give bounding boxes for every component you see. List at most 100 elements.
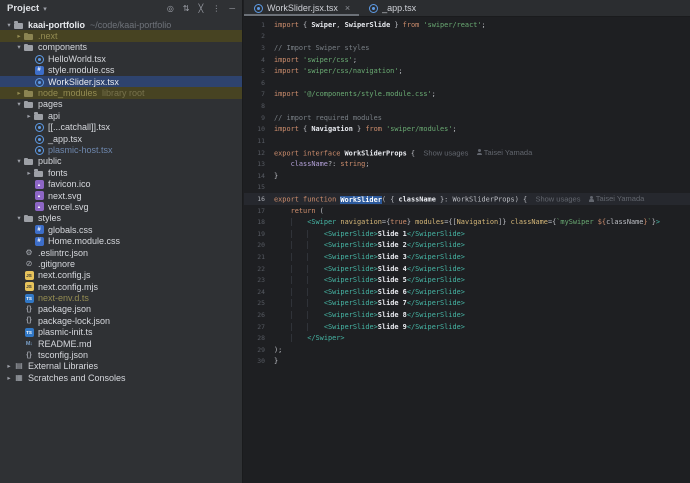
author-name: Taisei Yamada bbox=[484, 148, 533, 157]
json-file-icon: {} bbox=[24, 350, 34, 360]
more-options-icon[interactable]: ⋮ bbox=[212, 5, 220, 13]
tree-item-next-svg[interactable]: ▲next.svg bbox=[0, 190, 242, 201]
line-number: 11 bbox=[244, 137, 274, 145]
tree-item-vercel-svg[interactable]: ▲vercel.svg bbox=[0, 201, 242, 212]
author-inlay-hint[interactable]: Taisei Yamada bbox=[589, 194, 645, 203]
image-file-icon: ▲ bbox=[34, 191, 44, 201]
typescript-file-icon: TS bbox=[24, 327, 34, 337]
tree-item-package-lock-json[interactable]: {}package-lock.json bbox=[0, 315, 242, 326]
project-panel-title[interactable]: Project bbox=[7, 3, 39, 14]
code-line-6: 6 bbox=[244, 77, 690, 89]
tree-item-style-module-css[interactable]: #style.module.css bbox=[0, 65, 242, 76]
tree-item-helloworld-tsx[interactable]: HelloWorld.tsx bbox=[0, 53, 242, 64]
show-usages-hint[interactable]: Show usages bbox=[535, 195, 580, 204]
tree-item-readme-md[interactable]: M↓README.md bbox=[0, 338, 242, 349]
tree-item-label: next.config.mjs bbox=[38, 282, 98, 292]
tree-item-scratches-and-consoles[interactable]: ▸▦Scratches and Consoles bbox=[0, 372, 242, 383]
tree-item-kaai-portfolio[interactable]: ▾kaai-portfolio~/code/kaai-portfolio bbox=[0, 19, 242, 30]
tree-item-next[interactable]: ▸.next bbox=[0, 30, 242, 41]
line-number: 2 bbox=[244, 32, 274, 40]
tree-item-styles[interactable]: ▾ styles bbox=[0, 213, 242, 224]
tree-item-plasmic-host-tsx[interactable]: plasmic-host.tsx bbox=[0, 144, 242, 155]
chevron-expanded-icon[interactable]: ▾ bbox=[4, 21, 14, 29]
tree-item-pages[interactable]: ▾pages bbox=[0, 99, 242, 110]
code-line-text: <SwiperSlide>Slide 7</SwiperSlide> bbox=[274, 299, 465, 307]
tree-item-gitignore[interactable]: ⊘.gitignore bbox=[0, 258, 242, 269]
chevron-expanded-icon[interactable]: ▾ bbox=[14, 157, 24, 165]
tree-item-label: plasmic-init.ts bbox=[38, 327, 93, 337]
code-line-text: } bbox=[274, 172, 278, 180]
tree-item-home-module-css[interactable]: #Home.module.css bbox=[0, 235, 242, 246]
locate-file-icon[interactable]: ◎ bbox=[167, 5, 174, 13]
author-inlay-hint[interactable]: Taisei Yamada bbox=[477, 148, 533, 157]
json-file-icon: {} bbox=[24, 304, 34, 314]
tree-item-fonts[interactable]: ▸fonts bbox=[0, 167, 242, 178]
tab-label: _app.tsx bbox=[382, 3, 416, 13]
expand-all-icon[interactable]: ⇅ bbox=[183, 5, 190, 13]
chevron-collapsed-icon[interactable]: ▸ bbox=[14, 32, 24, 40]
code-line-29: 29); bbox=[244, 344, 690, 356]
tree-item-label: globals.css bbox=[48, 225, 93, 235]
tree-item-public[interactable]: ▾public bbox=[0, 156, 242, 167]
tree-item-app-tsx[interactable]: _app.tsx bbox=[0, 133, 242, 144]
tree-item-package-json[interactable]: {} package.json bbox=[0, 304, 242, 315]
show-usages-hint[interactable]: Show usages bbox=[423, 148, 468, 157]
code-line-30: 30} bbox=[244, 356, 690, 368]
code-line-text: <SwiperSlide>Slide 5</SwiperSlide> bbox=[274, 276, 465, 284]
code-editor[interactable]: 1import { Swiper, SwiperSlide } from 'sw… bbox=[244, 17, 690, 483]
folder-icon bbox=[24, 31, 34, 41]
tree-item-label: WorkSlider.jsx.tsx bbox=[48, 77, 119, 87]
project-tree: ▾kaai-portfolio~/code/kaai-portfolio▸.ne… bbox=[0, 17, 242, 384]
tree-item-label: package.json bbox=[38, 304, 91, 314]
image-file-icon: ▲ bbox=[34, 179, 44, 189]
tree-item-workslider-jsx-tsx[interactable]: WorkSlider.jsx.tsx bbox=[0, 76, 242, 87]
tree-item-eslintrc-json[interactable]: ⚙.eslintrc.json bbox=[0, 247, 242, 258]
tree-item-label: styles bbox=[38, 213, 61, 223]
external-libraries-icon: ▤ bbox=[14, 361, 24, 371]
chevron-down-icon[interactable]: ▾ bbox=[43, 5, 47, 13]
editor-tab-workslider-jsx-tsx[interactable]: WorkSlider.jsx.tsx × bbox=[244, 0, 359, 16]
css-file-icon: # bbox=[34, 236, 44, 246]
tree-item-api[interactable]: ▸api bbox=[0, 110, 242, 121]
tree-item-next-config-mjs[interactable]: JSnext.config.mjs bbox=[0, 281, 242, 292]
chevron-expanded-icon[interactable]: ▾ bbox=[14, 43, 24, 51]
tree-item-plasmic-init-ts[interactable]: TS plasmic-init.ts bbox=[0, 327, 242, 338]
code-line-3: 3// Import Swiper styles bbox=[244, 42, 690, 54]
chevron-expanded-icon[interactable]: ▾ bbox=[14, 100, 24, 108]
tree-item-globals-css[interactable]: #globals.css bbox=[0, 224, 242, 235]
code-line-text: import 'swiper/css/navigation'; bbox=[274, 67, 403, 75]
project-panel-header: Project ▾ ◎ ⇅ ╳ ⋮ ─ bbox=[0, 0, 242, 17]
chevron-collapsed-icon[interactable]: ▸ bbox=[4, 374, 14, 382]
line-number: 16 bbox=[244, 195, 274, 203]
tree-item-favicon-ico[interactable]: ▲favicon.ico bbox=[0, 178, 242, 189]
tree-item-next-config-js[interactable]: JSnext.config.js bbox=[0, 270, 242, 281]
line-number: 28 bbox=[244, 334, 274, 342]
chevron-expanded-icon[interactable]: ▾ bbox=[14, 214, 24, 222]
chevron-collapsed-icon[interactable]: ▸ bbox=[4, 362, 14, 370]
tree-item-tsconfig-json[interactable]: {} tsconfig.json bbox=[0, 349, 242, 360]
code-line-text: import '@/components/style.module.css'; bbox=[274, 90, 436, 98]
tab-label: WorkSlider.jsx.tsx bbox=[267, 3, 338, 13]
eslint-config-icon: ⚙ bbox=[24, 248, 34, 258]
hide-panel-icon[interactable]: ─ bbox=[229, 5, 235, 13]
chevron-collapsed-icon[interactable]: ▸ bbox=[24, 169, 34, 177]
tree-item-external-libraries[interactable]: ▸▤External Libraries bbox=[0, 361, 242, 372]
chevron-collapsed-icon[interactable]: ▸ bbox=[14, 89, 24, 97]
tree-item-catchall-tsx[interactable]: [[...catchall]].tsx bbox=[0, 122, 242, 133]
line-number: 21 bbox=[244, 253, 274, 261]
tree-item-label: next.config.js bbox=[38, 270, 91, 280]
tree-item-label: tsconfig.json bbox=[38, 350, 88, 360]
chevron-collapsed-icon[interactable]: ▸ bbox=[24, 112, 34, 120]
editor-tab-app-tsx[interactable]: _app.tsx bbox=[359, 0, 425, 16]
line-number: 24 bbox=[244, 288, 274, 296]
code-line-text: <SwiperSlide>Slide 1</SwiperSlide> bbox=[274, 230, 465, 238]
tree-item-next-env-d-ts[interactable]: TSnext-env.d.ts bbox=[0, 292, 242, 303]
code-line-15: 15 bbox=[244, 182, 690, 194]
tree-item-components[interactable]: ▾components bbox=[0, 42, 242, 53]
line-number: 14 bbox=[244, 172, 274, 180]
tree-item-node-modules[interactable]: ▸node_moduleslibrary root bbox=[0, 87, 242, 98]
code-line-17: 17 return ( bbox=[244, 205, 690, 217]
collapse-all-icon[interactable]: ╳ bbox=[199, 5, 204, 13]
close-tab-icon[interactable]: × bbox=[345, 3, 350, 13]
code-line-text: <SwiperSlide>Slide 9</SwiperSlide> bbox=[274, 323, 465, 331]
